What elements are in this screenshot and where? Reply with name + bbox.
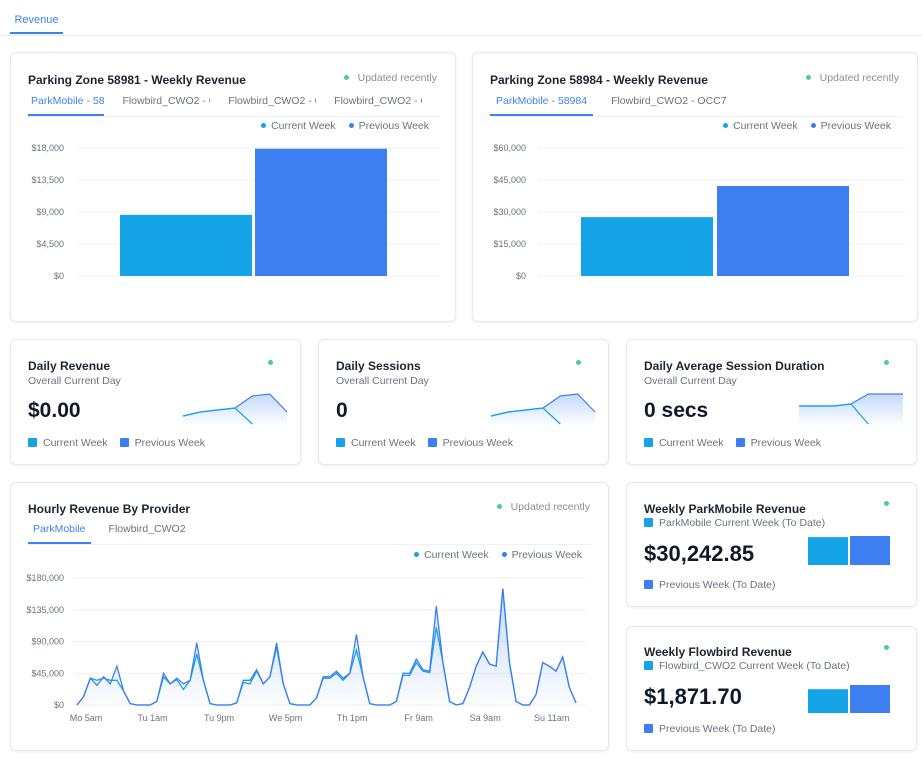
y-tick-label: $18,000 [31, 143, 64, 153]
tab-revenue[interactable]: Revenue [10, 14, 63, 34]
y-tick-label: $13,500 [31, 175, 64, 185]
y-tick-label: $90,000 [31, 637, 64, 647]
current-week-square-icon [644, 660, 653, 670]
status-dot-icon [884, 501, 889, 506]
y-tick-label: $0 [54, 271, 64, 281]
current-week-bar [808, 537, 848, 565]
y-tick-label: $45,000 [493, 175, 526, 185]
y-tick-label: $4,500 [36, 239, 64, 249]
previous-week-square-icon [427, 437, 437, 447]
x-tick-label: Su 11am [534, 713, 569, 723]
x-tick-label: Sa 9am [470, 713, 501, 723]
card-subtitle: Overall Current Day [644, 375, 737, 387]
sparkline [182, 393, 288, 426]
y-tick-label: $9,000 [36, 207, 64, 217]
current-week-label: ParkMobile Current Week (To Date) [644, 517, 825, 529]
x-tick-label: Tu 9pm [204, 713, 234, 723]
zone-58981-card: Parking Zone 58981 - Weekly Revenue Upda… [10, 52, 456, 322]
card-title: Daily Average Session Duration [644, 359, 825, 373]
bar-chart-zone-58981: $0 $4,500 $9,000 $13,500 $18,000 [31, 143, 441, 281]
current-week-square-icon [644, 517, 653, 527]
sparkline-area [183, 394, 287, 426]
y-tick-label: $180,000 [26, 573, 64, 583]
current-week-square-icon [28, 437, 37, 447]
card-legend: Current Week Previous Week [28, 437, 205, 449]
weekly-mini-bars [808, 685, 890, 713]
x-tick-label: We 5pm [269, 713, 302, 723]
card-title: Weekly Flowbird Revenue [644, 645, 792, 659]
top-tab-bar: Revenue [0, 0, 922, 36]
current-week-bar [120, 214, 252, 276]
previous-week-bar [850, 685, 890, 713]
sparkline-area [491, 394, 595, 426]
y-tick-label: $45,000 [31, 668, 64, 678]
previous-week-label: Previous Week (To Date) [644, 579, 776, 591]
status-dot-icon [576, 360, 581, 365]
card-subtitle: Overall Current Day [336, 375, 429, 387]
previous-week-bar [850, 536, 890, 565]
status-dot-icon [268, 360, 273, 365]
daily-stat-card: Daily Average Session Duration Overall C… [626, 339, 917, 465]
current-week-label: Flowbird_CWO2 Current Week (To Date) [644, 660, 850, 672]
card-legend: Current Week Previous Week [644, 437, 821, 449]
previous-week-bar [255, 148, 387, 276]
x-tick-label: Fr 9am [404, 713, 433, 723]
card-subtitle: Overall Current Day [28, 375, 121, 387]
card-title: Daily Revenue [28, 359, 111, 373]
stat-value: $0.00 [28, 399, 81, 422]
x-tick-label: Mo 5am [70, 713, 103, 723]
stat-value: 0 [336, 399, 348, 422]
previous-week-square-icon [644, 723, 653, 733]
x-tick-label: Tu 1am [137, 713, 167, 723]
sparkline [490, 393, 596, 426]
hourly-revenue-card: Hourly Revenue By Provider Updated recen… [10, 482, 609, 751]
current-week-bar [808, 689, 848, 713]
stat-value: 0 secs [644, 399, 709, 422]
weekly-value: $1,871.70 [644, 684, 742, 709]
previous-week-bar [717, 185, 849, 276]
y-tick-label: $60,000 [493, 143, 526, 153]
weekly-value: $30,242.85 [644, 541, 755, 566]
x-tick-label: Th 1pm [337, 713, 368, 723]
daily-stat-card: Daily Sessions Overall Current Day 0 Cur… [318, 339, 609, 465]
previous-week-square-icon [735, 437, 745, 447]
bar-chart-zone-58984: $0 $15,000 $30,000 $45,000 $60,000 [493, 143, 906, 281]
current-week-square-icon [336, 437, 345, 447]
weekly-parkmobile-card: Weekly ParkMobile Revenue ParkMobile Cur… [626, 482, 917, 607]
y-tick-label: $0 [54, 700, 64, 710]
previous-week-square-icon [644, 579, 653, 589]
zone-58984-card: Parking Zone 58984 - Weekly Revenue Upda… [472, 52, 918, 322]
card-title: Weekly ParkMobile Revenue [644, 502, 806, 516]
current-week-bar [581, 217, 713, 276]
y-tick-label: $30,000 [493, 207, 526, 217]
card-title: Daily Sessions [336, 359, 421, 373]
weekly-mini-bars [808, 536, 890, 565]
sparkline-area [799, 394, 903, 426]
current-week-square-icon [644, 437, 653, 447]
previous-week-label: Previous Week (To Date) [644, 723, 776, 735]
card-legend: Current Week Previous Week [336, 437, 513, 449]
status-dot-icon [884, 360, 889, 365]
weekly-flowbird-card: Weekly Flowbird Revenue Flowbird_CWO2 Cu… [626, 626, 917, 751]
y-tick-label: $135,000 [26, 605, 64, 615]
y-tick-label: $0 [516, 271, 526, 281]
daily-stat-card: Daily Revenue Overall Current Day $0.00 … [10, 339, 301, 465]
hourly-revenue-chart: $0 $45,000 $90,000 $135,000 $180,000 Mo 5am Tu… [26, 573, 586, 723]
y-tick-label: $15,000 [493, 239, 526, 249]
previous-week-square-icon [119, 437, 129, 447]
sparkline [799, 393, 903, 426]
status-dot-icon [884, 645, 889, 650]
